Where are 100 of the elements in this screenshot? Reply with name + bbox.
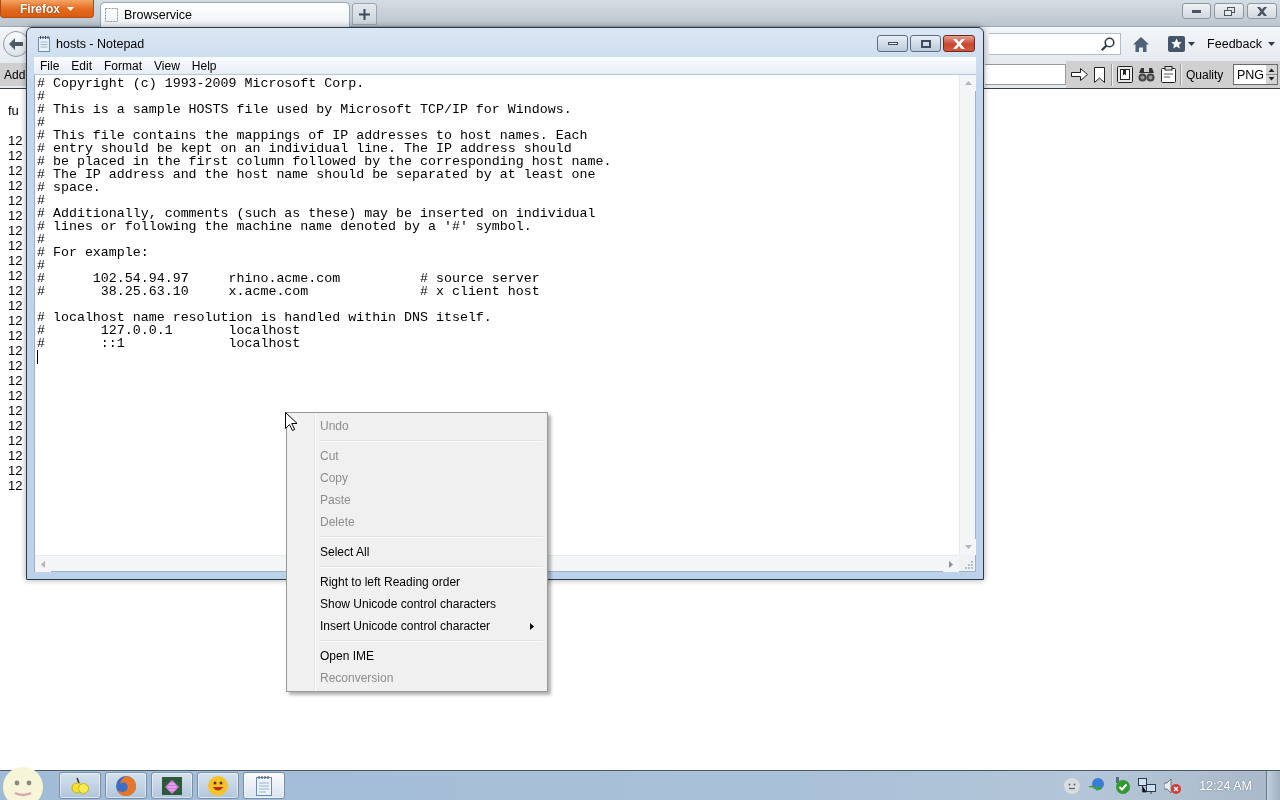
page-text: 12	[8, 328, 23, 343]
close-icon	[953, 38, 965, 49]
page-text: 12	[8, 148, 23, 163]
page-text: 12	[8, 208, 23, 223]
home-icon	[1133, 36, 1150, 52]
page-text: 12	[8, 433, 23, 448]
smiley-icon	[208, 775, 228, 796]
page-text: 12	[8, 343, 23, 358]
text-caret	[37, 350, 38, 364]
caret-icon	[67, 6, 74, 11]
menu-item[interactable]: Help	[185, 57, 223, 74]
menu-item[interactable]: Right to left Reading order	[289, 571, 545, 593]
globe-arrows-icon	[1088, 777, 1107, 794]
caret-icon	[1268, 42, 1275, 46]
book-button[interactable]	[1117, 63, 1133, 86]
quality-label: Quality	[1186, 67, 1224, 82]
search-field[interactable]	[989, 33, 1122, 55]
window-title: hosts - Notepad	[56, 36, 145, 52]
restore-icon	[1223, 6, 1235, 16]
text-line: # space.	[37, 181, 101, 194]
close-button[interactable]	[1247, 3, 1277, 19]
taskbar-button[interactable]	[243, 772, 285, 799]
text-line: # lines or following the machine name denoted by a '#' symbol.	[37, 220, 532, 233]
menu-item[interactable]: Insert Unicode control character	[289, 615, 545, 637]
right-arrow-icon	[1071, 68, 1088, 81]
show-desktop-button[interactable]	[1266, 771, 1280, 800]
page-text: 12	[8, 283, 23, 298]
taskbar-button[interactable]	[151, 772, 193, 799]
bubbles-icon	[71, 776, 89, 795]
text-line: # localhost name resolution is handled within DNS itself.	[37, 311, 492, 324]
back-button[interactable]	[3, 31, 29, 57]
menu-item[interactable]: Show Unicode control characters	[289, 593, 545, 615]
page-text: 12	[8, 418, 23, 433]
page-text: 12	[8, 163, 23, 178]
page-text: 12	[8, 373, 23, 388]
mouse-pointer-icon	[285, 412, 297, 431]
clock-time: 12:24 AM	[1199, 778, 1252, 793]
text-line: # entry should be kept on an individual line. The IP address should	[37, 142, 572, 155]
minimize-icon	[887, 42, 898, 45]
page-text: 12	[8, 238, 23, 253]
binoculars-icon	[1138, 67, 1155, 82]
network-icon	[1138, 777, 1157, 794]
page-text: 12	[8, 268, 23, 283]
muted-speaker-icon	[1164, 777, 1182, 794]
feedback-menu-button[interactable]: Feedback	[1207, 33, 1275, 55]
down-arrow-icon	[964, 545, 972, 549]
up-arrow-icon	[964, 81, 972, 85]
text-line: # Copyright (c) 1993-2009 Microsoft Corp.	[37, 77, 365, 90]
minimize-icon	[1192, 9, 1201, 13]
check-badge-icon	[1114, 777, 1131, 794]
page-text: 12	[8, 358, 23, 373]
text-line: # Additionally, comments (such as these) may be inserted on individual	[37, 207, 596, 220]
taskbar-button[interactable]	[197, 772, 239, 799]
start-button[interactable]	[3, 767, 43, 800]
menu-item[interactable]: Select All	[289, 541, 545, 563]
text-line: # 38.25.63.10 x.acme.com # x client host	[37, 285, 540, 298]
notepad-icon	[256, 775, 272, 796]
search-icon	[1101, 37, 1116, 51]
menu-item[interactable]: Format	[98, 57, 149, 74]
globe-icon	[116, 775, 136, 796]
text-line: #	[37, 90, 45, 103]
page-text: 12	[8, 448, 23, 463]
page-text: 12	[8, 193, 23, 208]
book-icon	[1117, 66, 1133, 83]
close-button[interactable]	[943, 35, 975, 52]
text-line: # be placed in the first column followed by the corresponding host name.	[37, 155, 612, 168]
page-text: 12	[8, 223, 23, 238]
resize-grip-icon[interactable]	[965, 561, 973, 569]
face-icon	[1064, 777, 1081, 794]
text-line: # The IP address and the host name should be separated by at least one	[37, 168, 596, 181]
page-text: 12	[8, 133, 23, 148]
page-text: 12	[8, 178, 23, 193]
spin-arrows-icon	[1266, 65, 1277, 84]
restore-button[interactable]	[1214, 3, 1244, 19]
clipboard-button[interactable]	[1161, 63, 1176, 86]
smiley-icon	[3, 767, 43, 800]
menu-item[interactable]: View	[148, 57, 186, 74]
text-line: #	[37, 194, 45, 207]
minimize-button[interactable]	[877, 35, 908, 52]
browser-tab[interactable]: Browservice	[100, 2, 350, 27]
bookmark-icon	[1094, 66, 1105, 83]
quality-spinbox[interactable]: PNG	[1233, 64, 1278, 85]
menu-item[interactable]: Edit	[65, 57, 99, 74]
text-field[interactable]	[985, 64, 1066, 85]
left-arrow-icon	[41, 560, 45, 568]
page-text: 12	[8, 463, 23, 478]
text-line: # ::1 localhost	[37, 337, 301, 350]
menu-item[interactable]: Open IME	[289, 645, 545, 667]
picture-icon	[162, 776, 182, 795]
new-tab-button[interactable]	[352, 3, 377, 25]
left-arrow-icon	[9, 38, 23, 50]
taskbar-button[interactable]	[105, 772, 147, 799]
maximize-button[interactable]	[910, 35, 941, 52]
text-line: #	[37, 233, 45, 246]
maximize-icon	[920, 39, 931, 48]
bookmarks-button[interactable]	[1168, 33, 1196, 55]
minimize-button[interactable]	[1182, 3, 1211, 19]
page-text: fu	[8, 103, 19, 118]
menu-item[interactable]: File	[34, 57, 66, 74]
text-line: # For example:	[37, 246, 149, 259]
